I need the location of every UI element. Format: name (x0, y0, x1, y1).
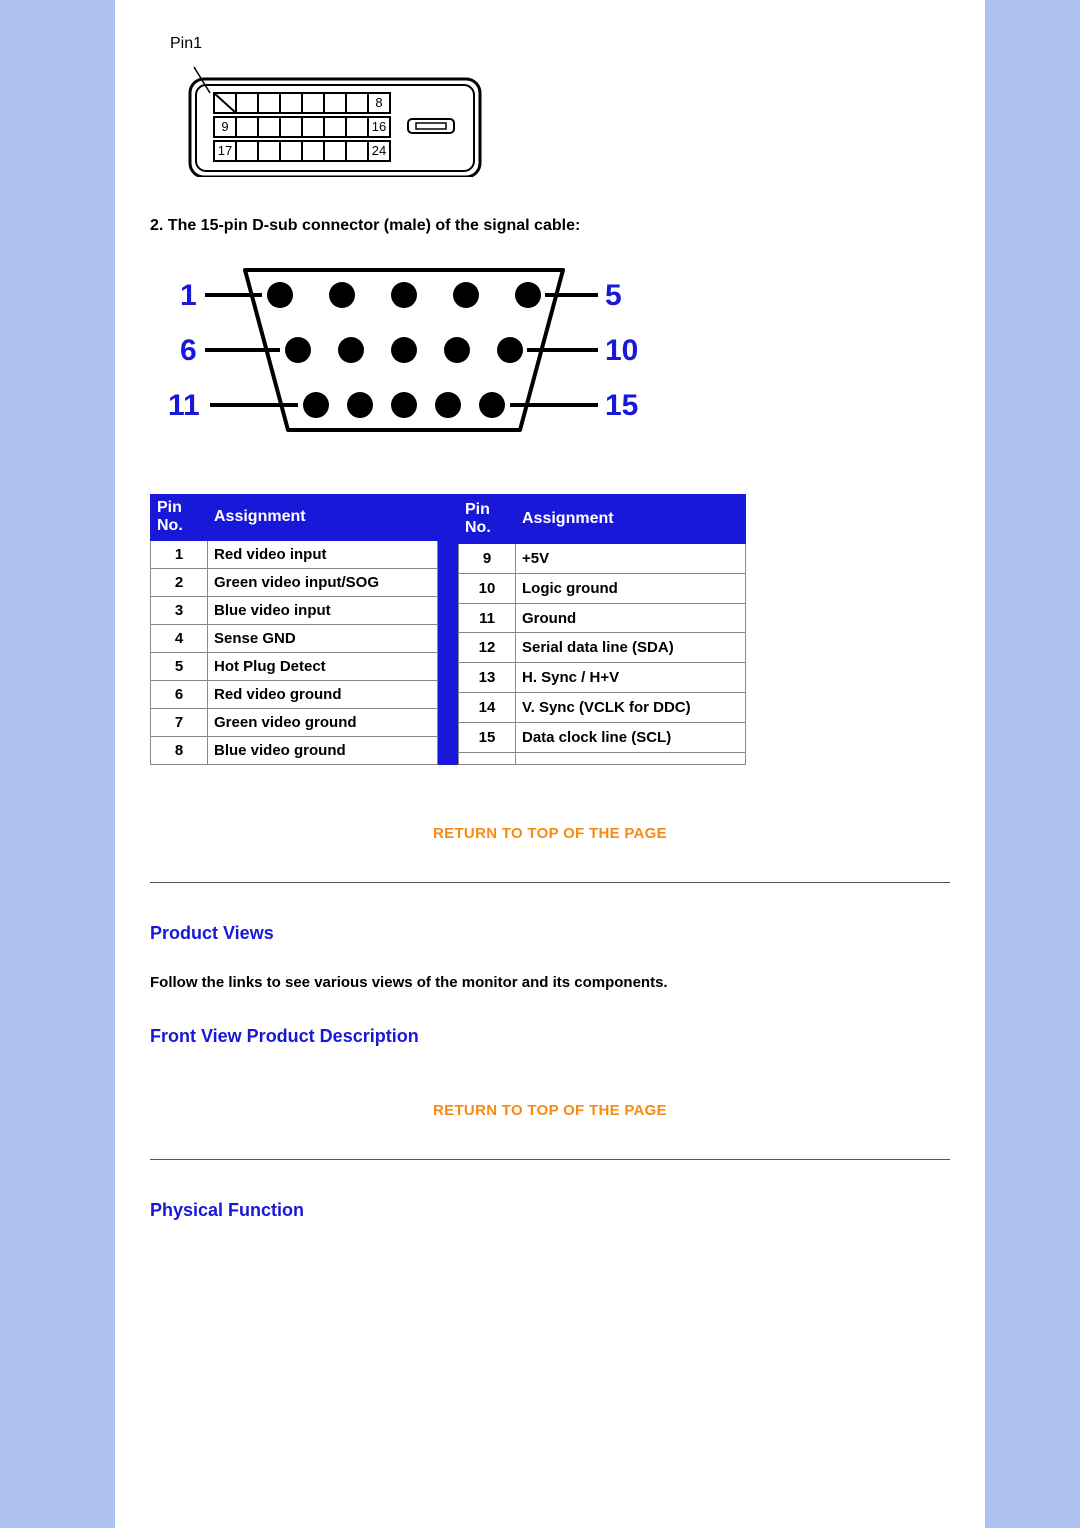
physical-function-heading: Physical Function (150, 1200, 950, 1221)
product-views-heading: Product Views (150, 923, 950, 944)
header-pin-no: Pin No. (459, 495, 516, 544)
svg-text:9: 9 (221, 119, 228, 134)
table-row: 6Red video ground (151, 680, 438, 708)
front-view-anchor[interactable]: Front View Product Description (150, 1026, 419, 1046)
pin-table-right: Pin No. Assignment 9+5V 10Logic ground 1… (458, 494, 746, 765)
pin-number: 1 (151, 540, 208, 568)
return-to-top-link[interactable]: RETURN TO TOP OF THE PAGE (150, 825, 950, 842)
svg-text:5: 5 (605, 279, 622, 312)
table-row: 2Green video input/SOG (151, 568, 438, 596)
table-divider (438, 494, 458, 765)
pin-assignment-tables: Pin No. Assignment 1Red video input 2Gre… (150, 494, 950, 765)
pin-number (459, 752, 516, 764)
dsub-connector-icon: 1 6 11 5 10 15 (150, 260, 655, 435)
dvi-connector-icon: 8 9 16 17 24 (150, 57, 485, 177)
divider (150, 882, 950, 883)
pin-number: 13 (459, 663, 516, 693)
pin-number: 3 (151, 596, 208, 624)
svg-text:15: 15 (605, 389, 638, 422)
table-row: 8Blue video ground (151, 736, 438, 764)
header-assignment: Assignment (516, 495, 746, 544)
table-row: 15Data clock line (SCL) (459, 723, 746, 753)
pin-assignment: H. Sync / H+V (516, 663, 746, 693)
pin-assignment: Red video input (208, 540, 438, 568)
dsub-connector-diagram: 1 6 11 5 10 15 (150, 260, 950, 439)
pin-number: 5 (151, 652, 208, 680)
pin-number: 14 (459, 693, 516, 723)
pin-assignment: Blue video input (208, 596, 438, 624)
pin-number: 6 (151, 680, 208, 708)
pin-assignment: Ground (516, 603, 746, 633)
table-row: 7Green video ground (151, 708, 438, 736)
pin-assignment: Green video input/SOG (208, 568, 438, 596)
pin-number: 7 (151, 708, 208, 736)
table-row (459, 752, 746, 764)
table-row: 13H. Sync / H+V (459, 663, 746, 693)
svg-text:8: 8 (375, 95, 382, 110)
header-assignment: Assignment (208, 495, 438, 541)
table-row: 11Ground (459, 603, 746, 633)
divider (150, 1159, 950, 1160)
pin-assignment: V. Sync (VCLK for DDC) (516, 693, 746, 723)
header-pin-no: Pin No. (151, 495, 208, 541)
svg-text:1: 1 (180, 279, 197, 312)
dsub-caption: 2. The 15-pin D-sub connector (male) of … (150, 217, 950, 235)
table-header-row: Pin No. Assignment (459, 495, 746, 544)
return-to-top-anchor[interactable]: RETURN TO TOP OF THE PAGE (433, 825, 667, 842)
pin-number: 8 (151, 736, 208, 764)
table-row: 3Blue video input (151, 596, 438, 624)
pin-assignment: Blue video ground (208, 736, 438, 764)
pin-number: 10 (459, 573, 516, 603)
table-row: 5Hot Plug Detect (151, 652, 438, 680)
return-to-top-anchor[interactable]: RETURN TO TOP OF THE PAGE (433, 1102, 667, 1119)
table-header-row: Pin No. Assignment (151, 495, 438, 541)
pin-assignment: Red video ground (208, 680, 438, 708)
svg-text:16: 16 (372, 119, 386, 134)
pin-number: 9 (459, 543, 516, 573)
pin-assignment: Data clock line (SCL) (516, 723, 746, 753)
pin-assignment: +5V (516, 543, 746, 573)
svg-text:10: 10 (605, 334, 638, 367)
svg-text:17: 17 (218, 143, 232, 158)
svg-text:24: 24 (372, 143, 386, 158)
svg-text:11: 11 (168, 389, 200, 422)
pin-assignment: Logic ground (516, 573, 746, 603)
pin-number: 2 (151, 568, 208, 596)
table-row: 12Serial data line (SDA) (459, 633, 746, 663)
pin-number: 11 (459, 603, 516, 633)
svg-text:6: 6 (180, 334, 197, 367)
pin1-label: Pin1 (170, 35, 950, 53)
table-row: 4Sense GND (151, 624, 438, 652)
pin-number: 15 (459, 723, 516, 753)
front-view-link[interactable]: Front View Product Description (150, 1026, 950, 1047)
pin-assignment (516, 752, 746, 764)
table-row: 14V. Sync (VCLK for DDC) (459, 693, 746, 723)
content-panel: Pin1 (115, 0, 985, 1528)
page-background: Pin1 (0, 0, 1080, 1528)
table-row: 9+5V (459, 543, 746, 573)
return-to-top-link[interactable]: RETURN TO TOP OF THE PAGE (150, 1102, 950, 1119)
pin-table-left: Pin No. Assignment 1Red video input 2Gre… (150, 494, 438, 765)
pin-assignment: Serial data line (SDA) (516, 633, 746, 663)
pin-number: 4 (151, 624, 208, 652)
pin-assignment: Sense GND (208, 624, 438, 652)
table-row: 10Logic ground (459, 573, 746, 603)
product-views-description: Follow the links to see various views of… (150, 974, 950, 991)
pin-assignment: Green video ground (208, 708, 438, 736)
pin-number: 12 (459, 633, 516, 663)
dvi-connector-diagram: Pin1 (150, 35, 950, 177)
table-row: 1Red video input (151, 540, 438, 568)
pin-assignment: Hot Plug Detect (208, 652, 438, 680)
